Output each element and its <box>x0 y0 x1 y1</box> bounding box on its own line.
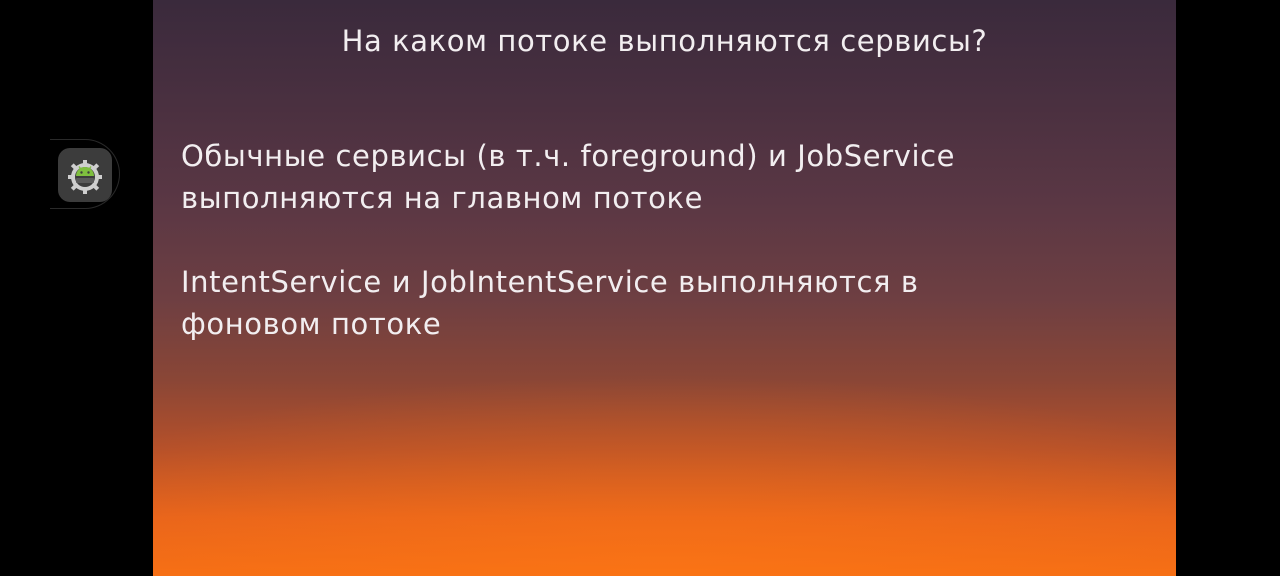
slide-title: На каком потоке выполняются сервисы? <box>341 24 988 58</box>
presentation-slide: На каком потоке выполняются сервисы? Обы… <box>153 0 1176 576</box>
paragraph-line: фоновом потоке <box>181 307 442 341</box>
slide-paragraph: IntentService и JobIntentService выполня… <box>181 261 1116 345</box>
android-gear-icon[interactable] <box>58 148 112 202</box>
paragraph-line: IntentService и JobIntentService выполня… <box>181 265 919 299</box>
paragraph-line: выполняются на главном потоке <box>181 181 704 215</box>
slide-paragraph: Обычные сервисы (в т.ч. foreground) и Jo… <box>181 135 1116 219</box>
paragraph-line: Обычные сервисы (в т.ч. foreground) и Jo… <box>181 139 956 173</box>
screen: На каком потоке выполняются сервисы? Обы… <box>0 0 1280 576</box>
